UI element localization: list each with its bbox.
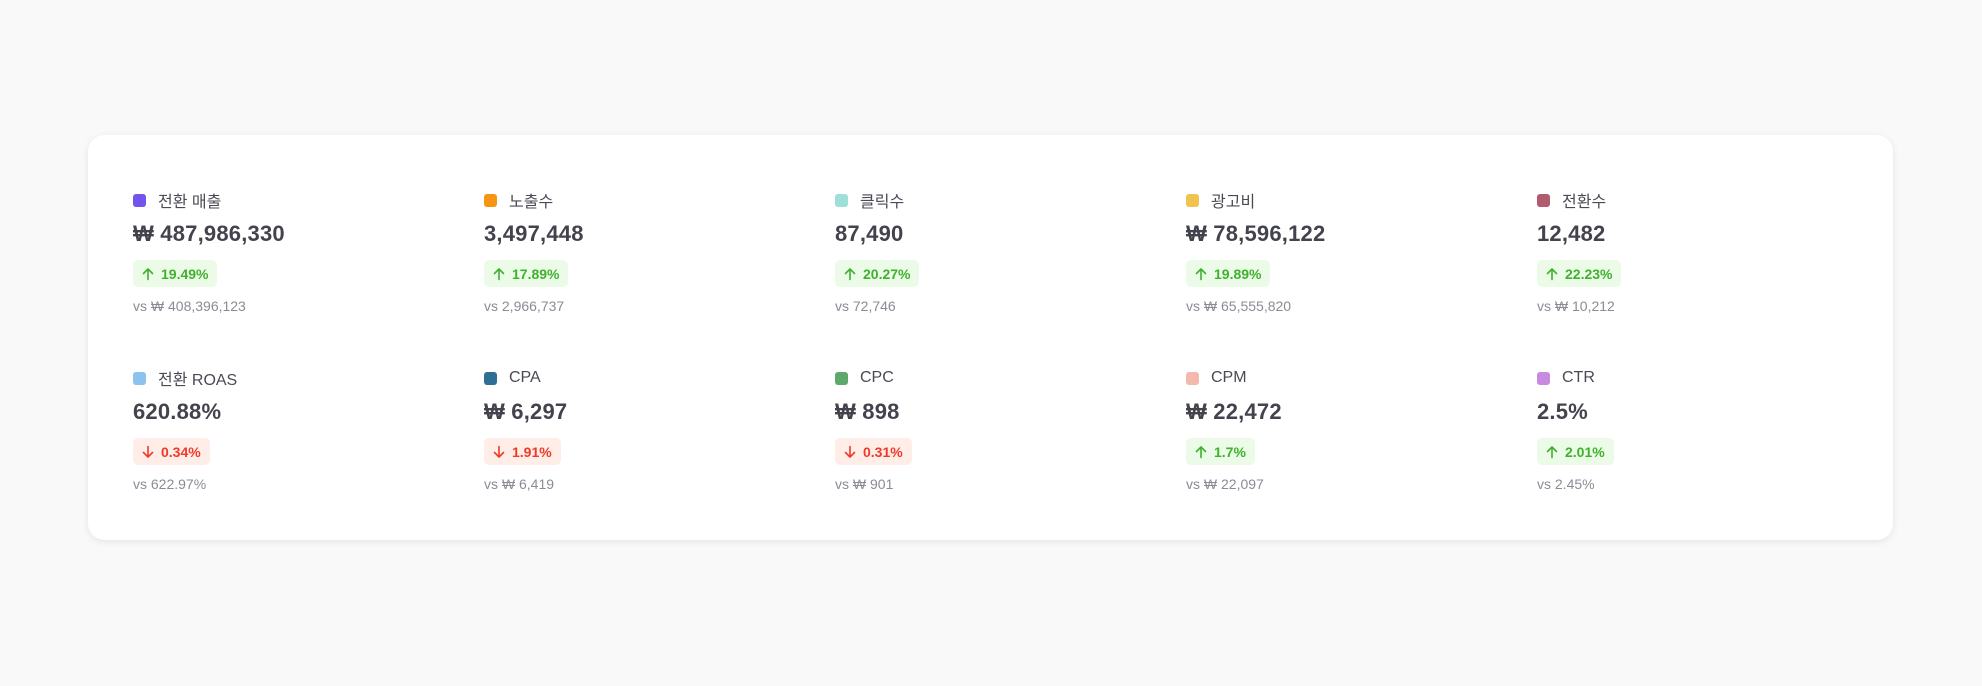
change-value: 1.7% [1214,443,1246,460]
legend-swatch [1186,193,1199,207]
metric-value: 12,482 [1537,221,1606,246]
metric-header: CPC [835,368,894,388]
metric-header: 전환수 [1537,190,1607,211]
metric-header: 전환 매출 [133,190,222,211]
metric-cpc[interactable]: CPC ₩ 898 0.31% vs ₩ 901 [835,368,1135,508]
arrow-up-icon [142,267,154,280]
comparison-text: vs ₩ 901 [835,476,894,492]
arrow-up-icon [1195,445,1207,458]
metric-conversion-revenue[interactable]: 전환 매출 ₩ 487,986,330 19.49% vs ₩ 408,396,… [133,190,433,330]
metric-header: 클릭수 [835,190,905,211]
comparison-text: vs 72,746 [835,298,896,314]
legend-swatch [1537,193,1550,207]
change-badge: 1.7% [1186,438,1255,465]
metric-value: ₩ 22,472 [1186,399,1282,424]
change-value: 2.01% [1565,443,1605,460]
change-value: 19.89% [1214,265,1262,282]
metric-conversion-roas[interactable]: 전환 ROAS 620.88% 0.34% vs 622.97% [133,368,433,508]
arrow-up-icon [1195,267,1207,280]
metric-ad-spend[interactable]: 광고비 ₩ 78,596,122 19.89% vs ₩ 65,555,820 [1186,190,1486,330]
metric-value: ₩ 6,297 [484,399,568,424]
metric-value: ₩ 487,986,330 [133,221,285,246]
legend-swatch [835,371,848,385]
comparison-text: vs ₩ 10,212 [1537,298,1615,314]
metric-label: 클릭수 [860,194,905,211]
arrow-down-icon [493,445,505,458]
metric-header: CPA [484,368,541,388]
metric-label: CPA [509,369,541,386]
metric-header: CTR [1537,368,1595,388]
comparison-text: vs ₩ 22,097 [1186,476,1264,492]
metric-header: 광고비 [1186,190,1256,211]
metric-impressions[interactable]: 노출수 3,497,448 17.89% vs 2,966,737 [484,190,784,330]
metric-value: ₩ 78,596,122 [1186,221,1326,246]
legend-swatch [133,193,146,207]
comparison-text: vs 622.97% [133,476,207,492]
metric-value: 87,490 [835,221,904,246]
legend-swatch [484,371,497,385]
legend-swatch [1537,371,1550,385]
metric-header: CPM [1186,368,1247,388]
change-value: 17.89% [512,265,560,282]
metric-label: CTR [1562,369,1595,386]
metric-label: 광고비 [1211,194,1256,211]
change-badge: 0.31% [835,438,912,465]
metric-label: 전환수 [1562,194,1607,211]
metric-label: 전환 ROAS [158,372,238,389]
comparison-text: vs ₩ 408,396,123 [133,298,246,314]
arrow-up-icon [1546,267,1558,280]
comparison-text: vs ₩ 6,419 [484,476,555,492]
legend-swatch [133,371,146,385]
legend-swatch [835,193,848,207]
change-value: 1.91% [512,443,552,460]
metric-cpa[interactable]: CPA ₩ 6,297 1.91% vs ₩ 6,419 [484,368,784,508]
metric-header: 노출수 [484,190,554,211]
metric-label: 노출수 [509,194,554,211]
change-badge: 19.49% [133,260,218,287]
metric-clicks[interactable]: 클릭수 87,490 20.27% vs 72,746 [835,190,1135,330]
change-badge: 20.27% [835,260,920,287]
change-badge: 19.89% [1186,260,1271,287]
change-badge: 2.01% [1537,438,1614,465]
metric-value: 3,497,448 [484,221,584,246]
change-value: 22.23% [1565,265,1613,282]
change-badge: 17.89% [484,260,569,287]
change-value: 20.27% [863,265,911,282]
change-value: 19.49% [161,265,209,282]
comparison-text: vs ₩ 65,555,820 [1186,298,1292,314]
arrow-up-icon [1546,445,1558,458]
change-badge: 0.34% [133,438,210,465]
change-value: 0.34% [161,443,201,460]
metric-value: ₩ 898 [835,399,900,424]
comparison-text: vs 2,966,737 [484,298,565,314]
metric-header: 전환 ROAS [133,368,238,389]
metric-label: 전환 매출 [158,194,222,211]
arrow-up-icon [493,267,505,280]
metric-ctr[interactable]: CTR 2.5% 2.01% vs 2.45% [1537,368,1837,508]
metric-value: 2.5% [1537,399,1588,424]
legend-swatch [484,193,497,207]
metric-label: CPM [1211,369,1247,386]
metric-conversions[interactable]: 전환수 12,482 22.23% vs ₩ 10,212 [1537,190,1837,330]
legend-swatch [1186,371,1199,385]
arrow-up-icon [844,267,856,280]
arrow-down-icon [142,445,154,458]
arrow-down-icon [844,445,856,458]
comparison-text: vs 2.45% [1537,476,1595,492]
metric-label: CPC [860,369,894,386]
change-badge: 1.91% [484,438,561,465]
change-badge: 22.23% [1537,260,1622,287]
metric-value: 620.88% [133,399,222,424]
change-value: 0.31% [863,443,903,460]
metrics-card: 전환 매출 ₩ 487,986,330 19.49% vs ₩ 408,396,… [88,135,1893,540]
metric-cpm[interactable]: CPM ₩ 22,472 1.7% vs ₩ 22,097 [1186,368,1486,508]
